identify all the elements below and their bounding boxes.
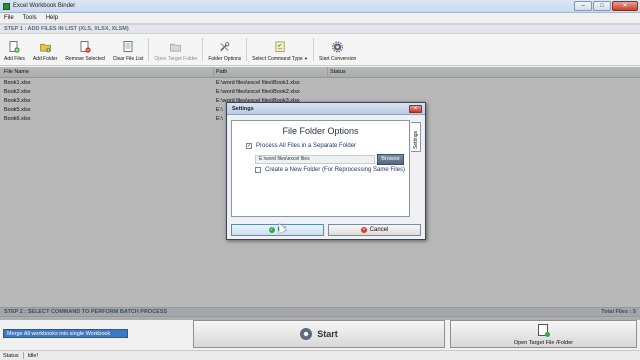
remove-selected-button[interactable]: Remove Selected: [61, 34, 108, 66]
status-bar: Status Idle!: [0, 350, 640, 360]
start-conversion-button[interactable]: Start Conversion: [315, 34, 360, 66]
add-files-label: Add Files: [4, 56, 25, 62]
clear-list-icon: [123, 41, 134, 53]
title-bar: Excel Workbook Binder – □ ✕: [0, 0, 640, 13]
cancel-icon: ×: [360, 227, 367, 233]
clear-file-list-button[interactable]: Clear File List: [109, 34, 148, 66]
create-new-folder-checkbox[interactable]: [255, 167, 261, 173]
toolbar-separator: [148, 38, 150, 61]
remove-file-icon: [80, 41, 91, 53]
add-files-button[interactable]: Add Files: [0, 34, 29, 66]
menu-help[interactable]: Help: [46, 15, 58, 21]
add-folder-button[interactable]: Add Folder: [29, 34, 61, 66]
cancel-button[interactable]: × Cancel: [328, 224, 421, 236]
toolbar-separator: [202, 38, 204, 61]
command-list-icon: [275, 41, 286, 53]
close-button[interactable]: ✕: [612, 1, 638, 11]
settings-dialog: Settings × File Folder Options ✓ Process…: [226, 102, 426, 240]
open-folder-icon: [170, 41, 182, 53]
tab-settings-label: Settings: [413, 130, 419, 149]
toolbar: Add Files Add Folder Remove Selected Cle…: [0, 34, 640, 66]
start-button[interactable]: Start: [193, 320, 445, 348]
minimize-button[interactable]: –: [574, 1, 592, 11]
window-controls: – □ ✕: [574, 1, 638, 12]
remove-selected-label: Remove Selected: [65, 56, 105, 62]
menu-file[interactable]: File: [4, 15, 14, 21]
create-new-folder-label: Create a New Folder (For Reprocessing Sa…: [265, 167, 406, 173]
panel-heading: File Folder Options: [282, 126, 359, 136]
chevron-down-icon: ▼: [304, 56, 309, 61]
dialog-title-bar[interactable]: Settings ×: [227, 103, 425, 115]
step1-header: STEP 1 : ADD FILES IN LIST (XLS, XLSX, X…: [0, 24, 640, 34]
process-separate-label: Process All Files in a Separate Folder: [256, 143, 357, 149]
folder-path-field[interactable]: E:\word files\excel files: [255, 155, 375, 164]
process-separate-option[interactable]: ✓ Process All Files in a Separate Folder: [246, 142, 356, 150]
status-divider: [22, 352, 24, 359]
start-label: Start: [317, 329, 338, 339]
menu-bar: File Tools Help: [0, 13, 640, 24]
add-folder-label: Add Folder: [32, 56, 58, 62]
folder-options-button[interactable]: Folder Options: [204, 34, 245, 66]
select-command-type-button[interactable]: Select Command Type ▼: [248, 34, 312, 66]
dialog-title: Settings: [232, 106, 254, 112]
tools-icon: [219, 41, 230, 53]
cancel-label: Cancel: [369, 227, 389, 233]
file-folder-options-panel: File Folder Options ✓ Process All Files …: [231, 120, 410, 217]
dialog-close-button[interactable]: ×: [409, 105, 422, 113]
status-value: Idle!: [27, 352, 38, 359]
window-title: Excel Workbook Binder: [13, 3, 76, 9]
check-icon: ✓: [268, 227, 275, 233]
gear-icon: [300, 328, 313, 340]
folder-options-label: Folder Options: [208, 56, 242, 62]
open-file-icon: [538, 324, 550, 337]
create-new-folder-option[interactable]: Create a New Folder (For Reprocessing Sa…: [255, 166, 405, 174]
command-area: Merge All workbooks into single Workbook…: [0, 317, 640, 349]
open-target-button[interactable]: Open Target File /Folder: [450, 320, 637, 348]
menu-tools[interactable]: Tools: [23, 15, 37, 21]
status-label: Status: [3, 352, 19, 359]
maximize-button[interactable]: □: [593, 1, 611, 11]
command-select[interactable]: Merge All workbooks into single Workbook: [3, 329, 128, 338]
open-target-folder-label: Open Target Folder: [154, 56, 198, 62]
process-separate-checkbox[interactable]: ✓: [246, 143, 252, 149]
start-conversion-label: Start Conversion: [319, 56, 357, 62]
tab-settings[interactable]: Settings: [411, 122, 421, 152]
gear-icon: [332, 41, 344, 53]
open-target-label: Open Target File /Folder: [513, 340, 574, 346]
add-folder-icon: [39, 41, 51, 53]
add-file-icon: [9, 41, 20, 53]
toolbar-separator: [246, 38, 248, 61]
browse-button[interactable]: Browse: [377, 154, 404, 165]
app-icon: [3, 3, 10, 10]
close-icon: ×: [413, 106, 418, 112]
select-command-type-label: Select Command Type ▼: [252, 56, 308, 62]
toolbar-separator: [313, 38, 315, 61]
select-command-type-text: Select Command Type: [252, 56, 303, 62]
open-target-folder-button[interactable]: Open Target Folder: [150, 34, 201, 66]
clear-file-list-label: Clear File List: [112, 56, 144, 62]
